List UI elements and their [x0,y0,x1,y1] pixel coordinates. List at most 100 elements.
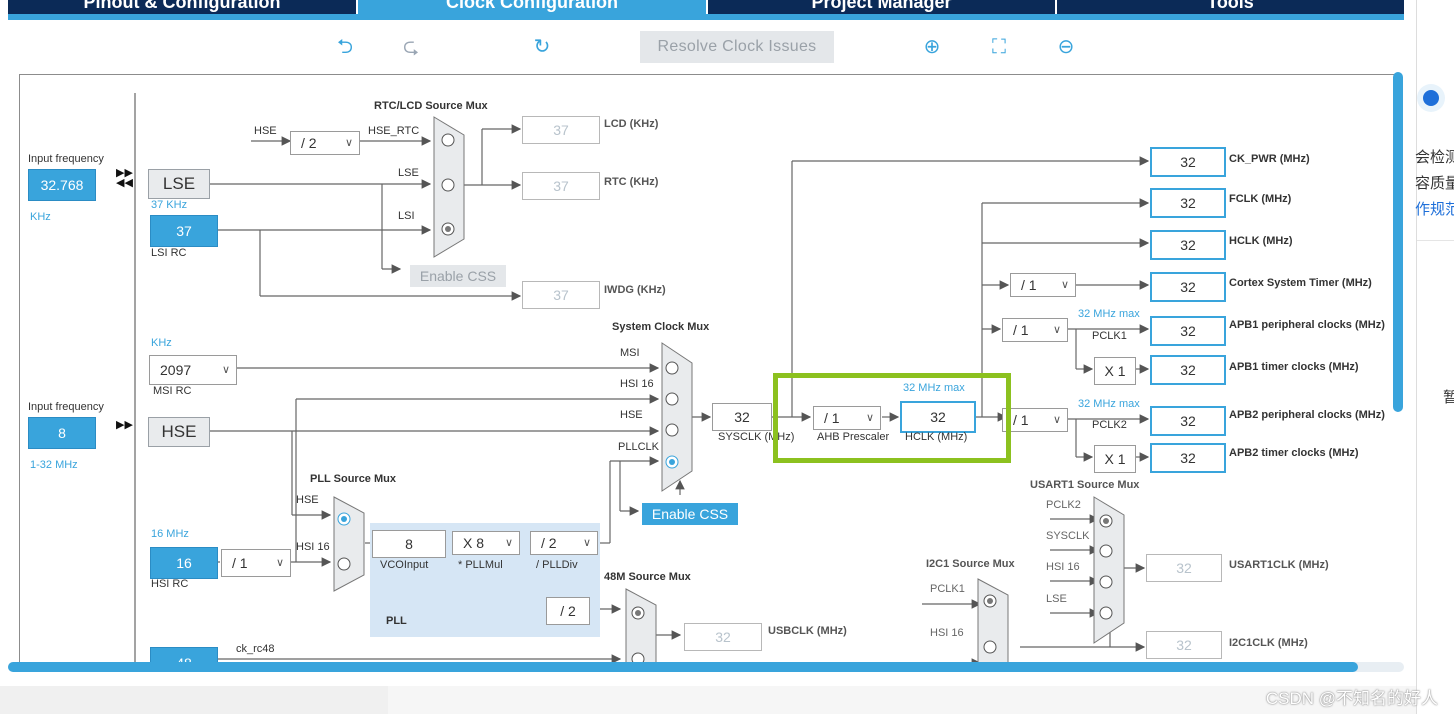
msi-range-select[interactable]: 2097 ∨ [149,355,237,385]
usart-lse-label: LSE [1046,593,1067,605]
hse-rtc-divider-value: / 2 [301,135,317,151]
rtc-mux-title: RTC/LCD Source Mux [374,100,488,112]
lse-oscillator-block: LSE [148,169,210,199]
csdn-watermark: CSDN @不知名的好人 [1265,689,1438,708]
vco-input-label: VCOInput [380,559,429,571]
systick-field: 32 [1150,272,1226,302]
lcd-freq-field: 37 [522,116,600,144]
lse-input-frequency-label: Input frequency [28,153,104,165]
hclk-out-label: HCLK (MHz) [1229,235,1293,247]
usart-sysclk-label: SYSCLK [1046,530,1090,542]
fclk-field: 32 [1150,188,1226,218]
zoom-out-icon[interactable]: ⊖ [1055,36,1077,58]
usart1clk-label: USART1CLK (MHz) [1229,559,1329,571]
hse-bypass-arrows-icon: ▶▶ [116,419,133,431]
side-text-4: 暂 [1443,389,1454,406]
sysclk-field: 32 [712,403,772,431]
lsi-rc-value: 37 [150,215,218,247]
pll-label: PLL [386,615,407,627]
zoom-in-icon[interactable]: ⊕ [921,36,943,58]
apb2-field: 32 [1150,406,1226,436]
hse-input-field[interactable]: 8 [28,417,96,449]
horizontal-scrollbar[interactable] [8,662,1358,672]
i2c1-source-mux[interactable] [976,577,1010,667]
hsi-divider-value: / 1 [232,555,248,571]
undo-icon[interactable]: ⮌ [334,36,356,58]
iwdg-freq-field: 37 [522,281,600,309]
vertical-scrollbar[interactable] [1393,72,1403,412]
tab-project-manager[interactable]: Project Manager [708,0,1055,14]
hsi-rc-value: 16 [150,547,218,579]
usart1clk-field: 32 [1146,554,1222,582]
redo-icon[interactable]: ⮎ [400,36,422,58]
apb1-prescaler-select[interactable]: / 1 ∨ [1002,318,1068,342]
usbclk-label: USBCLK (MHz) [768,625,847,637]
apb2-prescaler-value: / 1 [1013,412,1029,428]
refresh-icon[interactable]: ↻ [531,36,553,58]
rtc-enable-css-button[interactable]: Enable CSS [410,265,506,287]
tab-clock-configuration[interactable]: Clock Configuration [358,0,706,14]
clock-diagram-canvas: Input frequency 32.768 KHz ▶▶ ◀◀ LSE 37 K… [19,74,1398,668]
i2c-hsi16-label: HSI 16 [930,627,964,639]
pll-div-value: / 2 [541,535,557,551]
sysmux-pllclk-label: PLLCLK [618,441,659,453]
sys-enable-css-button[interactable]: Enable CSS [642,503,738,525]
fit-screen-icon[interactable]: ⛶ [988,36,1010,58]
apb1-prescaler-value: / 1 [1013,322,1029,338]
assistant-avatar-icon[interactable] [1417,84,1445,112]
pll-mux-hsi16-label: HSI 16 [296,541,330,553]
48m-source-mux-title: 48M Source Mux [604,571,691,583]
usart-pclk2-label: PCLK2 [1046,499,1081,511]
msi-range-value: 2097 [160,362,192,378]
side-text-2: 容质量 [1415,175,1454,192]
systick-divider-value: / 1 [1021,277,1037,293]
hsi-divider-select[interactable]: / 1 ∨ [221,549,291,577]
hsi-rc-label: HSI RC [151,578,189,590]
chevron-down-icon: ∨ [1052,324,1061,336]
hsi-frequency-label: 16 MHz [151,528,189,540]
apb1-timer-label: APB1 timer clocks (MHz) [1229,361,1359,373]
chevron-down-icon: ∨ [582,537,591,549]
lse-unit-label: KHz [30,211,51,223]
hse-rtc-divider-select[interactable]: / 2 ∨ [290,131,360,155]
tab-tools[interactable]: Tools [1057,0,1404,14]
right-side-panel: 会检测 容质量 作规范 暂 [1415,0,1454,714]
hse-oscillator-block: HSE [148,417,210,447]
apb2-timer-label: APB2 timer clocks (MHz) [1229,447,1359,459]
pll-div-select[interactable]: / 2 ∨ [530,531,598,555]
pll-source-mux[interactable] [332,495,366,593]
sysmux-hse-label: HSE [620,409,643,421]
tab-label: Project Manager [811,0,952,12]
sysmux-hsi16-label: HSI 16 [620,378,654,390]
tab-label: Pinout & Configuration [83,0,281,12]
fclk-label: FCLK (MHz) [1229,193,1292,205]
system-clock-mux[interactable] [660,341,694,493]
usart1-mux-title: USART1 Source Mux [1030,479,1140,491]
lse-bypass-arrows-icon: ▶▶ ◀◀ [116,167,133,189]
rtc-source-mux[interactable] [432,115,466,259]
side-link-3[interactable]: 作规范 [1415,198,1454,219]
chevron-down-icon: ∨ [275,557,284,569]
pclk1-label: PCLK1 [1092,330,1127,342]
tab-label: Clock Configuration [446,0,618,12]
apb2-prescaler-select[interactable]: / 1 ∨ [1002,408,1068,432]
chevron-down-icon: ∨ [344,137,353,149]
usart1-source-mux[interactable] [1092,495,1126,645]
pll-48m-divider: / 2 [546,597,590,625]
side-divider [1417,240,1454,241]
pll-mul-select[interactable]: X 8 ∨ [452,531,520,555]
hse-range-label: 1-32 MHz [30,459,78,471]
msi-rc-label: MSI RC [153,385,192,397]
iwdg-label: IWDG (KHz) [604,284,666,296]
tab-pinout[interactable]: Pinout & Configuration [8,0,356,14]
apb2-label: APB2 peripheral clocks (MHz) [1229,409,1385,421]
systick-divider-select[interactable]: / 1 ∨ [1010,273,1076,297]
rtc-freq-field: 37 [522,172,600,200]
lse-input-field[interactable]: 32.768 [28,169,96,201]
48m-source-mux[interactable] [624,587,658,667]
resolve-clock-issues-button[interactable]: Resolve Clock Issues [640,31,834,63]
i2c1clk-label: I2C1CLK (MHz) [1229,637,1308,649]
rtc-label: RTC (KHz) [604,176,659,188]
i2c-pclk1-label: PCLK1 [930,583,965,595]
apb2-timer-field: 32 [1150,443,1226,473]
